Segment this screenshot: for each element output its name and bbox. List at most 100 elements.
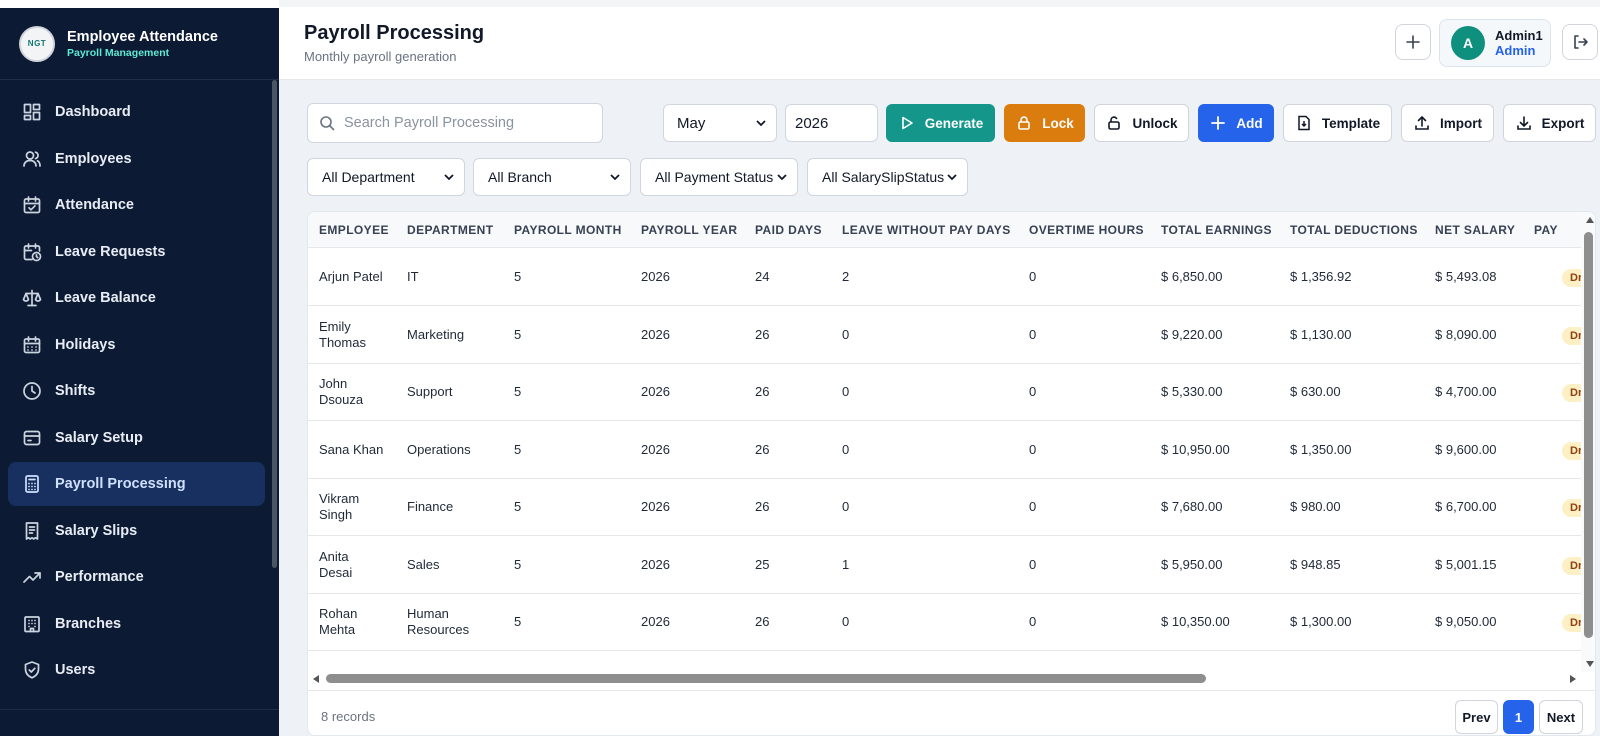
sidebar-item-salary-slips[interactable]: Salary Slips (8, 509, 265, 553)
cell-employee: Anita (319, 548, 349, 564)
column-header[interactable]: NET SALARY (1435, 223, 1515, 237)
salary-slip-status-filter[interactable]: All SalarySlipStatus (807, 158, 968, 196)
chevron-down-icon (756, 120, 766, 127)
search-input[interactable] (344, 115, 584, 131)
user-name: Admin1 (1495, 28, 1543, 43)
sidebar-item-label: Users (55, 662, 96, 678)
sidebar-item-payroll-processing[interactable]: Payroll Processing (8, 462, 265, 506)
cell-employee: Thomas (319, 334, 366, 350)
search-box[interactable] (307, 103, 603, 143)
sidebar-item-salary-setup[interactable]: Salary Setup (8, 416, 265, 460)
sidebar-item-leave-requests[interactable]: Leave Requests (8, 230, 265, 274)
sidebar-item-label: Branches (55, 615, 122, 632)
table-row[interactable]: Rohan Mehta Human Resources 5 2026 26 0 0 $ 10,35… (308, 593, 1595, 651)
scroll-right-icon[interactable] (1569, 674, 1577, 684)
lock-label: Lock (1042, 115, 1074, 131)
column-header[interactable]: TOTAL EARNINGS (1161, 223, 1272, 237)
logout-button[interactable] (1562, 24, 1598, 60)
sidebar-item-performance[interactable]: Performance (8, 555, 265, 599)
horizontal-scrollbar[interactable] (326, 674, 1206, 683)
cell-earnings: $ 10,350.00 (1161, 614, 1230, 629)
cell-department: Sales (407, 556, 440, 572)
cell-year: 2026 (641, 269, 670, 284)
lock-button[interactable]: Lock (1004, 104, 1085, 142)
cell-lwp-days: 2 (842, 269, 850, 284)
template-button[interactable]: Template (1283, 104, 1392, 142)
table-row[interactable]: Sana Khan Operations 5 2026 26 0 0 $ 10,950.00 $… (308, 421, 1595, 479)
user-menu[interactable]: A Admin1 Admin (1439, 19, 1551, 67)
cell-paid-days: 24 (755, 269, 770, 284)
wallet-icon (22, 428, 42, 448)
column-header[interactable]: LEAVE WITHOUT PAY DAYS (842, 223, 1011, 237)
month-value: May (677, 114, 706, 132)
cell-paid-days: 26 (755, 384, 770, 399)
column-header[interactable]: PAID DAYS (755, 223, 822, 237)
cell-overtime: 0 (1029, 384, 1037, 399)
cell-month: 5 (514, 441, 522, 457)
column-header[interactable]: PAYROLL MONTH (514, 223, 622, 237)
column-header[interactable]: PAYROLL YEAR (641, 223, 737, 237)
sidebar-item-leave-balance[interactable]: Leave Balance (8, 276, 265, 320)
cell-year: 2026 (641, 326, 670, 342)
unlock-button[interactable]: Unlock (1094, 104, 1189, 142)
scroll-down-icon[interactable] (1585, 660, 1595, 668)
export-button[interactable]: Export (1503, 104, 1596, 142)
cell-month: 5 (514, 614, 522, 629)
cell-month: 5 (514, 556, 522, 572)
table-row[interactable]: Emily Thomas Marketing 5 2026 26 0 0 $ 9,220.00 $… (308, 306, 1595, 364)
cell-department: Human (407, 606, 449, 621)
sidebar-item-employees[interactable]: Employees (8, 137, 265, 181)
quick-add-button[interactable] (1395, 24, 1431, 60)
table-row[interactable]: Arjun Patel IT 5 2026 24 2 0 $ 6,850.00 $ 1,356.… (308, 248, 1595, 306)
sidebar-item-attendance[interactable]: Attendance (8, 183, 265, 227)
sidebar-item-users[interactable]: Users (8, 648, 265, 692)
calculator-icon (22, 474, 42, 494)
cell-net: $ 8,090.00 (1435, 326, 1497, 342)
next-page-button[interactable]: Next (1539, 700, 1583, 734)
company-logo: NGT (19, 25, 55, 62)
department-filter[interactable]: All Department (307, 158, 465, 196)
table-row[interactable]: Anita Desai Sales 5 2026 25 1 0 $ 5,950.00 $ 948.… (308, 536, 1595, 594)
sidebar-item-branches[interactable]: Branches (8, 602, 265, 646)
sidebar-item-label: Employees (55, 150, 132, 167)
year-value: 2026 (795, 114, 829, 132)
cell-department: Finance (407, 499, 454, 514)
branch-filter[interactable]: All Branch (473, 158, 631, 196)
sidebar-item-shifts[interactable]: Shifts (8, 369, 265, 413)
scroll-left-icon[interactable] (312, 674, 320, 684)
brand-subtitle: Payroll Management (67, 46, 170, 59)
calendar-clock-icon (22, 242, 42, 262)
cell-deductions: $ 980.00 (1290, 499, 1341, 514)
add-button[interactable]: Add (1198, 104, 1274, 142)
sidebar-item-holidays[interactable]: Holidays (8, 323, 265, 367)
sidebar-item-dashboard[interactable]: Dashboard (8, 90, 265, 134)
column-header[interactable]: DEPARTMENT (407, 223, 493, 237)
month-select[interactable]: May (663, 104, 777, 142)
building-icon (22, 614, 42, 634)
column-header[interactable]: TOTAL DEDUCTIONS (1290, 223, 1418, 237)
column-header[interactable]: EMPLOYEE (319, 223, 389, 237)
sidebar-scrollbar[interactable] (272, 80, 277, 568)
year-input[interactable]: 2026 (785, 104, 878, 142)
generate-button[interactable]: Generate (886, 104, 995, 142)
payment-status-filter[interactable]: All Payment Status (640, 158, 798, 196)
unlock-label: Unlock (1132, 115, 1178, 131)
vertical-scrollbar[interactable] (1584, 232, 1593, 638)
import-button[interactable]: Import (1401, 104, 1494, 142)
cell-deductions: $ 1,130.00 (1290, 326, 1352, 342)
scroll-up-icon[interactable] (1585, 216, 1595, 224)
column-header[interactable]: OVERTIME HOURS (1029, 223, 1144, 237)
prev-page-button[interactable]: Prev (1455, 700, 1498, 734)
generate-label: Generate (924, 115, 984, 131)
page-1-button[interactable]: 1 (1503, 700, 1534, 734)
record-count: 8 records (321, 709, 376, 724)
footer-divider (308, 690, 1595, 691)
search-icon (320, 116, 335, 131)
cell-employee: Arjun Patel (319, 269, 383, 284)
cell-net: $ 4,700.00 (1435, 384, 1497, 399)
table-row[interactable]: Vikram Singh Finance 5 2026 26 0 0 $ 7,680.00 $ 9… (308, 478, 1595, 536)
column-header[interactable]: PAY (1534, 223, 1558, 237)
table-row[interactable]: John Dsouza Support 5 2026 26 0 0 $ 5,330.00 $ 63… (308, 363, 1595, 421)
sidebar-item-label: Shifts (55, 383, 96, 399)
cell-year: 2026 (641, 614, 670, 629)
